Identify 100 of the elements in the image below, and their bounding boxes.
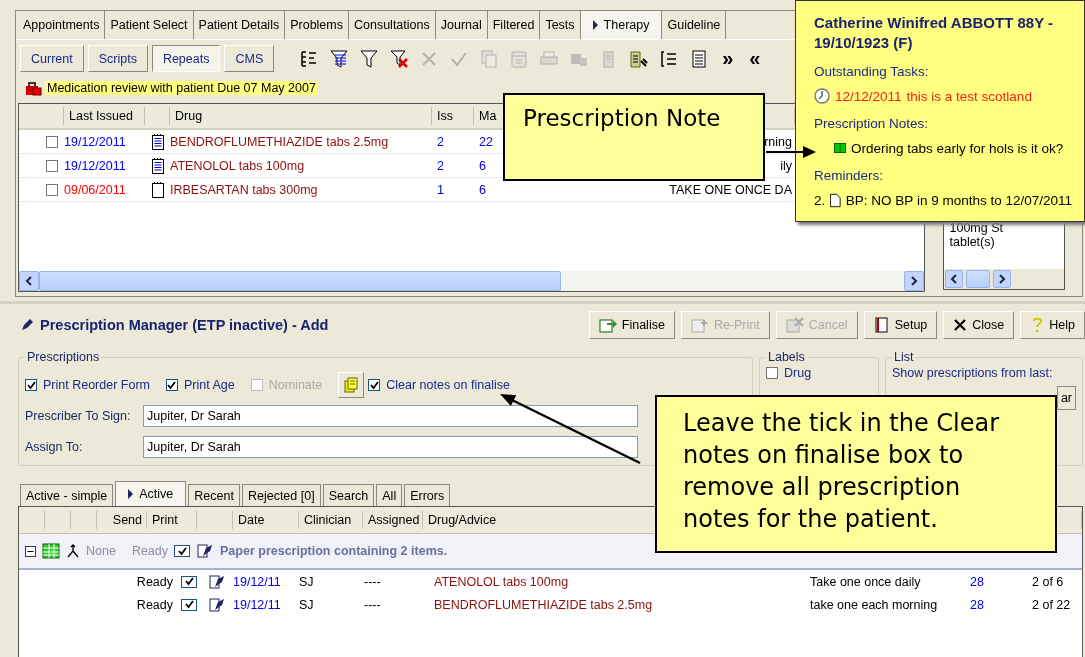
column-header[interactable]: Date (238, 513, 265, 527)
detail-text: 100mg St (949, 221, 1004, 235)
name-field[interactable]: Jupiter, Dr Sarah (143, 404, 638, 427)
date-cell-text: 19/12/11 (233, 574, 282, 589)
row-checkbox[interactable] (46, 183, 58, 196)
notes-icon[interactable] (343, 377, 360, 393)
drug-cell-text: BENDROFLUMETHIAZIDE tabs 2.5mg (434, 597, 654, 612)
send-status: None (86, 544, 116, 558)
medical-bag-icon (24, 80, 42, 96)
collapse-all-button[interactable]: « (749, 47, 761, 70)
book-icon (873, 317, 890, 333)
page-arrow-icon (598, 317, 617, 333)
collapse-toggle[interactable] (25, 545, 36, 557)
column-header[interactable]: Send (112, 513, 142, 527)
max-cell-text: 22 (478, 134, 494, 149)
tab[interactable]: Recent (188, 484, 240, 506)
view-button[interactable]: Scripts (87, 45, 148, 72)
task-date: 12/12/2011 (835, 88, 902, 104)
quantity-cell-text: 28 (970, 574, 985, 589)
column-header[interactable]: Print (152, 513, 178, 527)
field-label: Assign To: (25, 439, 84, 454)
help-icon (1030, 317, 1045, 333)
close-icon (953, 318, 968, 332)
print-checkbox[interactable] (181, 598, 197, 611)
filter-icon[interactable] (359, 48, 380, 69)
scroll-right-icon[interactable] (910, 276, 918, 286)
column-header[interactable]: Last Issued (69, 109, 133, 123)
prescription-pen-icon (196, 543, 215, 559)
panel-title: Prescription Manager (ETP inactive) - Add (40, 317, 329, 333)
page-cross-icon (785, 317, 804, 333)
tab[interactable]: Therapy (580, 11, 663, 39)
check-mark-icon (167, 380, 177, 390)
action-button[interactable]: Help (1020, 311, 1085, 339)
field-label: Prescriber To Sign: (25, 408, 132, 423)
section-heading: Reminders: (814, 167, 885, 185)
prescription-pen-icon (208, 573, 226, 590)
column-header[interactable]: Ma (479, 109, 497, 123)
branch-icon (66, 544, 80, 558)
date-cell-text: 09/06/2011 (64, 182, 127, 197)
column-header[interactable]: Clinician (304, 513, 352, 527)
drug-cell-text: ATENOLOL tabs 100mg (170, 158, 306, 173)
action-button[interactable]: Finalise (588, 311, 675, 339)
filter-lines-icon[interactable] (329, 48, 350, 69)
section-heading: Prescription Notes: (814, 115, 930, 133)
row-checkbox[interactable] (46, 135, 58, 148)
note-text: Ordering tabs early for hols is it ok? (851, 140, 1064, 156)
view-button[interactable]: Repeats (151, 45, 221, 72)
alert-message: Medication review with patient Due 07 May 2007 (45, 81, 318, 95)
drug-cell-text: ATENOLOL tabs 100mg (434, 574, 570, 589)
option-checkbox[interactable]: Drug (766, 366, 872, 380)
clear-notes-checkbox[interactable]: Clear notes on finalise (368, 378, 510, 392)
action-button[interactable]: Close (943, 311, 1015, 339)
tab[interactable]: Active (115, 481, 187, 506)
scroll-left-icon[interactable] (949, 274, 958, 284)
action-button[interactable]: Setup (863, 311, 938, 339)
tab[interactable]: Rejected [0] (241, 484, 321, 506)
issues-cell-text: 2 (436, 158, 445, 173)
tab[interactable]: Active - simple (20, 484, 114, 506)
print-status: Ready (131, 544, 169, 558)
drug-cell-text: IRBESARTAN tabs 300mg (170, 182, 319, 197)
note-icon (834, 143, 846, 153)
group-title: List (893, 350, 915, 364)
view-button[interactable]: CMS (224, 45, 275, 72)
task-text: this is a test scotland (906, 88, 1032, 104)
name-field[interactable]: Jupiter, Dr Sarah (143, 435, 638, 458)
tab[interactable]: Search (322, 484, 375, 506)
section-heading: Outstanding Tasks: (814, 63, 930, 81)
group-description: Paper prescription containing 2 items. (220, 544, 448, 558)
print-checkbox[interactable] (174, 545, 191, 557)
filter-delete-icon[interactable] (389, 48, 410, 69)
tab[interactable]: Errors (404, 484, 451, 506)
scroll-left-icon[interactable] (25, 276, 33, 286)
scroll-thumb[interactable] (965, 270, 990, 288)
print-status: Ready (135, 574, 174, 589)
scroll-thumb[interactable] (39, 271, 561, 291)
scroll-right-icon[interactable] (997, 274, 1006, 284)
period-button[interactable]: ar (1056, 386, 1076, 410)
row-checkbox[interactable] (46, 159, 58, 172)
option-checkbox[interactable]: Print Age (166, 378, 235, 392)
check-mark-icon (26, 380, 36, 390)
assigned-cell-text: ---- (364, 597, 382, 612)
tab[interactable]: All (376, 484, 403, 506)
view-button[interactable]: Current (20, 45, 84, 72)
expand-all-button[interactable]: » (722, 47, 734, 70)
option-checkbox[interactable]: Print Reorder Form (25, 378, 150, 392)
column-header[interactable]: Assigned (368, 513, 420, 527)
print-checkbox[interactable] (181, 575, 197, 588)
issue-count-cell-text: 2 of 22 (1032, 597, 1072, 612)
column-header[interactable]: Iss (437, 109, 453, 123)
group-title: Prescriptions (26, 350, 101, 364)
list-pen-icon[interactable] (629, 48, 650, 69)
quantity-cell-text: 28 (970, 597, 985, 612)
drug-cell-text: BENDROFLUMETHIAZIDE tabs 2.5mg (170, 134, 390, 149)
column-header[interactable]: Drug/Advice (428, 513, 497, 527)
issue-count-cell-text: 2 of 6 (1032, 574, 1065, 589)
column-header[interactable]: Drug (175, 109, 203, 123)
annotation-tooltip: Prescription Note (503, 93, 765, 181)
issues-cell-text: 1 (436, 182, 445, 197)
horizontal-scrollbar[interactable] (19, 271, 924, 291)
grid-icon (42, 543, 60, 559)
